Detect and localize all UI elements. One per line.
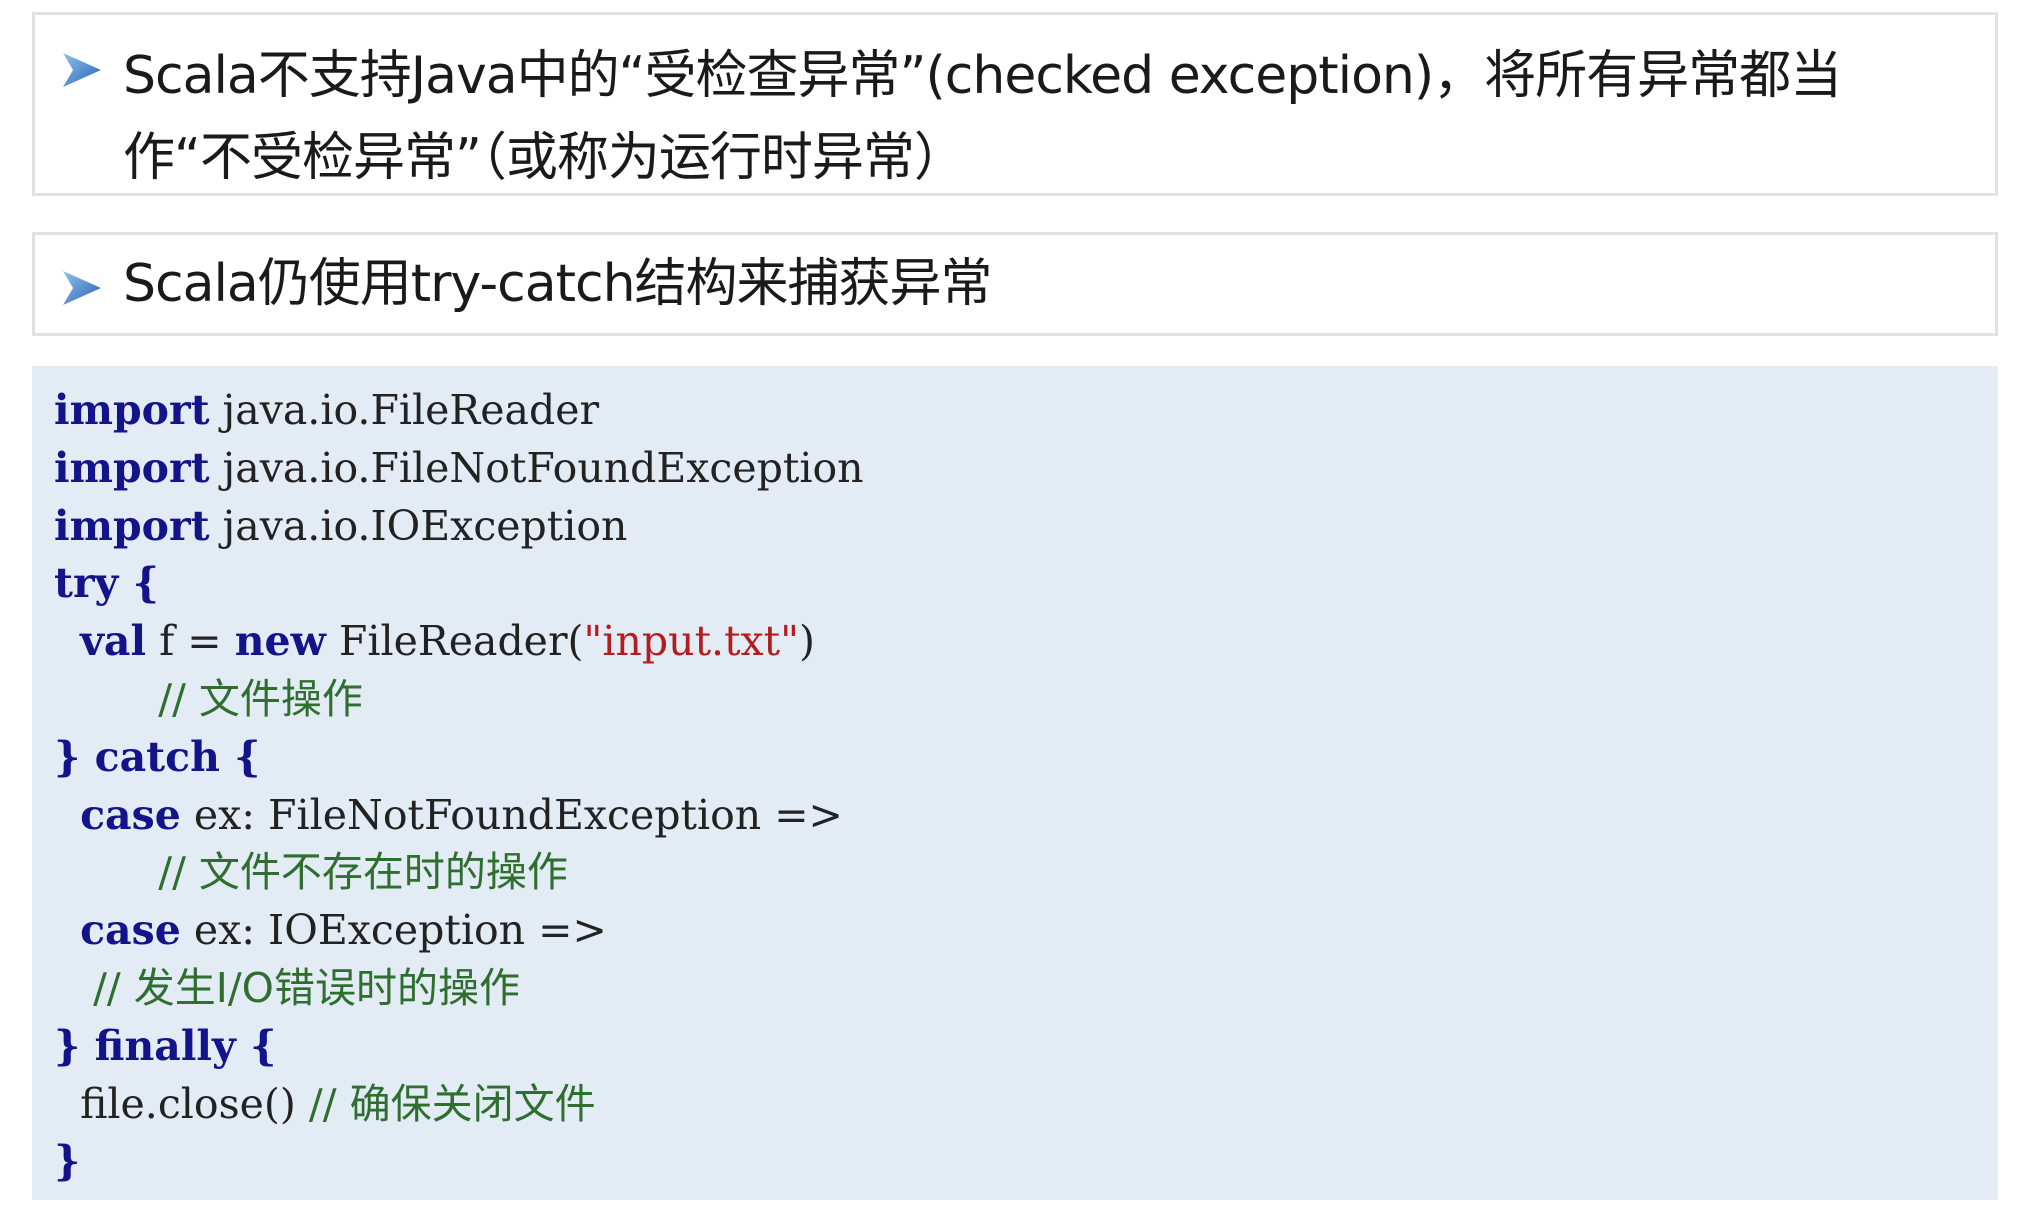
- code-text: f =: [146, 617, 235, 666]
- code-line: import java.io.FileReader: [54, 382, 1998, 440]
- code-text: ex: IOException =>: [180, 906, 607, 955]
- code-text: ): [799, 617, 816, 666]
- code-line: try {: [54, 555, 1998, 613]
- code-brace: }: [54, 1021, 95, 1070]
- code-keyword: import: [54, 501, 210, 550]
- bullet-box-2: Scala仍使用try-catch结构来捕获异常: [32, 232, 1998, 336]
- code-string: "input.txt": [583, 617, 800, 666]
- bullet-text-2: Scala仍使用try-catch结构来捕获异常: [123, 249, 1965, 319]
- code-block: import java.io.FileReader import java.io…: [32, 366, 1998, 1200]
- bullet-line: Scala仍使用try-catch结构来捕获异常: [123, 254, 993, 314]
- arrow-bullet-icon: [63, 53, 101, 87]
- code-comment: // 文件操作: [158, 674, 363, 723]
- code-keyword: case: [80, 790, 181, 839]
- code-keyword: try {: [54, 559, 160, 608]
- code-keyword: import: [54, 443, 210, 492]
- code-line: import java.io.IOException: [54, 498, 1998, 556]
- code-text: file.close(): [80, 1079, 309, 1128]
- bullet-line: Scala不支持Java中的“受检查异常”(checked exception)…: [123, 46, 1842, 106]
- code-line: // 发生I/O错误时的操作: [54, 960, 1998, 1018]
- code-keyword: catch {: [94, 732, 261, 781]
- code-comment: // 文件不存在时的操作: [158, 848, 568, 897]
- code-line: } catch {: [54, 729, 1998, 787]
- code-text: java.io.IOException: [209, 501, 628, 550]
- bullet-line: 作“不受检异常”（或称为运行时异常）: [123, 128, 966, 188]
- code-brace: }: [54, 732, 95, 781]
- code-text: java.io.FileReader: [209, 386, 600, 434]
- code-line: case ex: FileNotFoundException =>: [54, 787, 1998, 845]
- code-line: // 文件不存在时的操作: [54, 844, 1998, 902]
- code-keyword: case: [80, 906, 181, 955]
- code-keyword: new: [234, 617, 326, 666]
- bullet-text-1: Scala不支持Java中的“受检查异常”(checked exception)…: [123, 35, 1965, 199]
- code-line: val f = new FileReader("input.txt"): [54, 613, 1998, 671]
- code-line: // 文件操作: [54, 671, 1998, 729]
- code-text: ex: FileNotFoundException =>: [180, 790, 843, 839]
- code-text: FileReader(: [325, 617, 584, 666]
- code-keyword: val: [80, 617, 147, 666]
- code-brace: }: [54, 1137, 81, 1186]
- code-comment: // 确保关闭文件: [308, 1079, 596, 1128]
- code-line: }: [54, 1133, 1998, 1191]
- code-keyword: finally {: [94, 1021, 277, 1070]
- code-line: } finally {: [54, 1018, 1998, 1076]
- code-line: file.close() // 确保关闭文件: [54, 1076, 1998, 1134]
- code-line: case ex: IOException =>: [54, 902, 1998, 960]
- arrow-bullet-icon: [63, 271, 101, 305]
- code-line: import java.io.FileNotFoundException: [54, 440, 1998, 498]
- code-text: java.io.FileNotFoundException: [209, 443, 864, 492]
- code-keyword: import: [54, 386, 210, 434]
- bullet-box-1: Scala不支持Java中的“受检查异常”(checked exception)…: [32, 12, 1998, 196]
- code-comment: // 发生I/O错误时的操作: [93, 963, 520, 1012]
